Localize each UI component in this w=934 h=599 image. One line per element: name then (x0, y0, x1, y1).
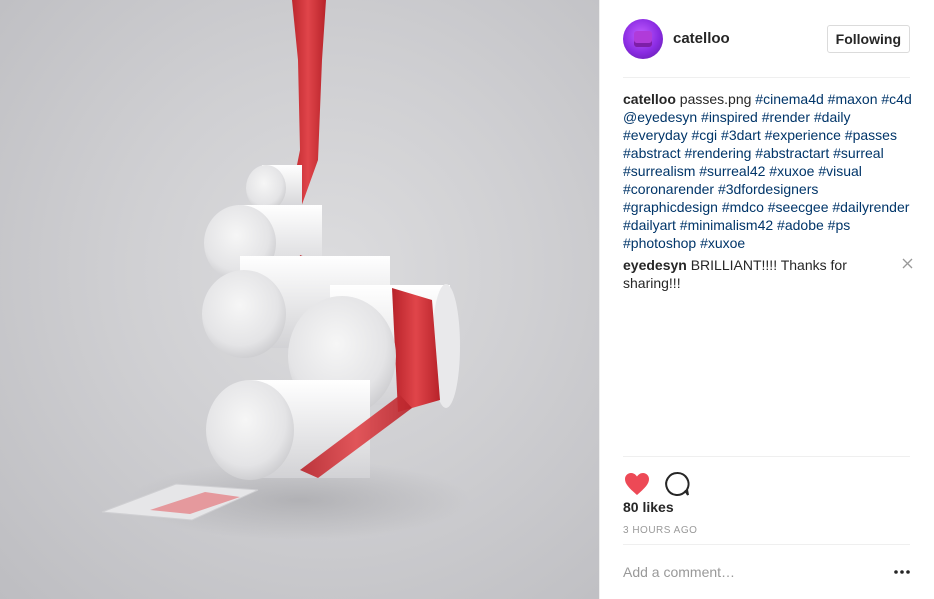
reply-author[interactable]: eyedesyn (623, 257, 687, 273)
post-sidebar: catelloo Following catelloo passes.png #… (599, 0, 934, 599)
action-bar (623, 456, 910, 500)
post-image[interactable] (0, 0, 599, 599)
speech-bubble-icon[interactable] (663, 470, 691, 498)
post-header: catelloo Following (623, 18, 910, 78)
more-options-icon[interactable] (890, 562, 910, 582)
close-icon[interactable] (901, 258, 913, 270)
avatar[interactable] (623, 18, 663, 59)
post-timestamp[interactable]: 3 HOURS AGO (623, 525, 697, 536)
caption-text: passes.png (679, 91, 752, 107)
comments-section: catelloo passes.png #cinema4d #maxon #c4… (623, 90, 913, 296)
add-comment-bar (623, 544, 910, 599)
avatar-image (634, 30, 652, 47)
caption-comment: catelloo passes.png #cinema4d #maxon #c4… (623, 90, 913, 252)
likes-count[interactable]: 80 likes (623, 499, 674, 515)
heart-icon[interactable] (623, 470, 651, 498)
post-container: catelloo Following catelloo passes.png #… (0, 0, 934, 599)
comment-input[interactable] (623, 564, 890, 580)
caption-author[interactable]: catelloo (623, 91, 676, 107)
caption-hashtags[interactable]: #cinema4d #maxon #c4d @eyedesyn #inspire… (623, 91, 912, 251)
reply-comment: eyedesyn BRILLIANT!!!! Thanks for sharin… (623, 256, 913, 292)
render-illustration (101, 0, 470, 540)
following-button[interactable]: Following (826, 24, 910, 53)
author-username[interactable]: catelloo (673, 30, 730, 47)
